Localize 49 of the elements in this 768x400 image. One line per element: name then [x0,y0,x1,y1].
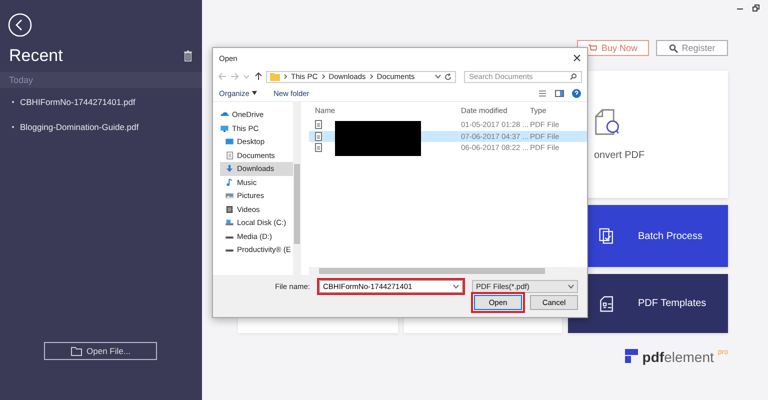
pdf-file-icon [315,143,322,152]
logo-text: pdf [642,349,664,365]
document-icon [225,150,234,160]
pdf-file-icon [315,132,322,141]
feature-tile[interactable]: PDF Templates [568,274,728,333]
chevron-right-icon [320,74,326,79]
disk-icon [225,218,234,228]
video-icon [225,204,234,214]
document-refresh-icon [594,108,622,136]
recent-file-item[interactable]: CBHIFormNo-1744271401.pdf [20,97,136,107]
folder-icon [270,72,280,81]
tile-label: onvert PDF [594,150,645,161]
view-icon[interactable] [538,88,547,98]
sidebar-title: Recent [9,46,63,66]
open-file-button[interactable]: Open File... [44,342,157,360]
music-icon [225,178,234,187]
trash-icon[interactable] [183,50,193,62]
preview-pane-icon[interactable] [555,88,564,98]
pc-icon [220,124,229,133]
up-arrow-icon[interactable] [254,72,263,81]
search-icon [570,73,577,80]
chevron-right-icon [368,74,374,79]
pdf-file-icon [315,120,322,130]
restore-icon[interactable] [752,4,760,12]
logo-icon [625,349,638,363]
cart-icon [588,44,598,52]
caret-icon [252,91,258,95]
document-list-icon [598,294,616,312]
chevron-down-icon[interactable] [435,74,441,79]
logo-text: element [664,349,714,365]
tile-label: Batch Process [638,230,702,242]
scrollbar[interactable] [309,267,587,275]
chevron-down-icon[interactable] [568,284,574,288]
documents-check-icon [598,227,616,245]
picture-icon [225,191,234,200]
register-button[interactable]: Register [656,40,728,56]
chevron-down-icon[interactable] [453,284,459,288]
help-icon[interactable] [572,88,581,98]
folder-icon [70,346,82,356]
tile-label: PDF Templates [638,298,706,309]
close-icon[interactable] [573,54,581,62]
recent-file-item[interactable]: Blogging-Domination-Guide.pdf [20,122,139,132]
refresh-icon[interactable] [444,72,452,80]
section-header: Today [0,72,202,88]
chevron-right-icon [283,74,288,79]
scrollbar[interactable] [293,102,301,275]
download-icon [225,164,234,174]
search-icon [668,44,678,52]
desktop-icon [225,137,234,146]
